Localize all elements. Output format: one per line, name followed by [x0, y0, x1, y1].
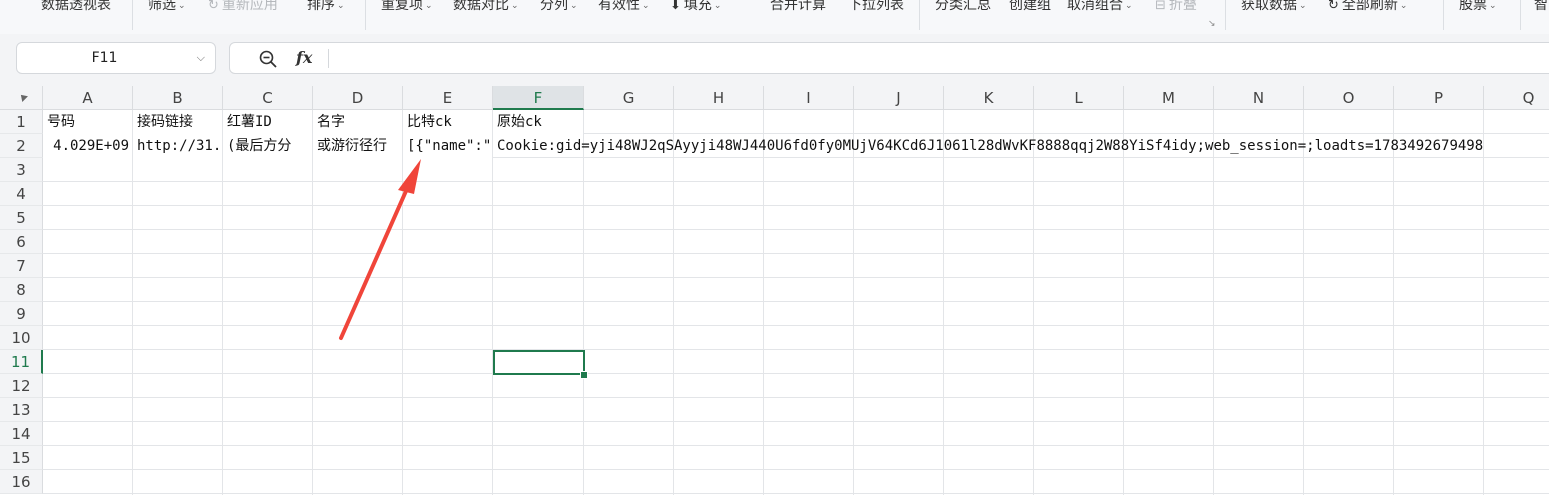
dropdown-list-button[interactable]: 下拉列表 [848, 0, 904, 15]
reapply-icon: ↻ [208, 0, 219, 13]
name-box[interactable]: F11 ⌵ [16, 42, 216, 74]
ribbon-toolbar: 数据透视表 筛选 ⌄ ↻ 重新应用 排序 ⌄ 重复项 ⌄ 数据对比 ⌄ 分列 ⌄ 有效性 ⌄ … [0, 0, 1549, 35]
arrow-shaft [339, 180, 412, 340]
refresh-icon: ↻ [1328, 0, 1339, 13]
ungroup-button[interactable]: 取消组合 ⌄ [1067, 0, 1133, 15]
fill-button[interactable]: ⬇ 填充 ⌄ [670, 0, 721, 15]
ribbon-divider [365, 0, 366, 30]
pivot-table-button[interactable]: 数据透视表 [41, 0, 111, 15]
ribbon-divider [132, 0, 133, 30]
refresh-all-label: 全部刷新 [1341, 0, 1398, 13]
spreadsheet-grid[interactable]: ABCDEFGHIJKLMNOPQ 1 2 3 4 5 6 7 8 9 10 11 12 13 14 15 1… [0, 86, 1549, 495]
fill-down-icon: ⬇ [670, 0, 681, 13]
smart-label: 智 [1534, 0, 1548, 13]
arrow-head [398, 159, 421, 194]
ungroup-label: 取消组合 [1067, 0, 1123, 13]
chevron-down-icon: ⌄ [570, 1, 578, 11]
ribbon-divider [1225, 0, 1226, 30]
compare-button[interactable]: 数据对比 ⌄ [453, 0, 519, 15]
chevron-down-icon: ⌄ [713, 1, 722, 11]
annotation-arrow [339, 159, 421, 340]
chevron-down-icon: ⌄ [1489, 1, 1497, 11]
filter-label: 筛选 [148, 0, 176, 13]
sort-button[interactable]: 排序 ⌄ [307, 0, 345, 15]
chevron-down-icon: ⌄ [1299, 1, 1307, 11]
consolidate-button[interactable]: 合并计算 [770, 0, 826, 15]
dialog-launcher-icon[interactable]: ↘ [1208, 19, 1216, 29]
dropdown-list-label: 下拉列表 [848, 0, 904, 13]
get-data-button[interactable]: 获取数据 ⌄ [1241, 0, 1307, 15]
chevron-down-icon: ⌄ [511, 1, 519, 11]
refresh-all-button[interactable]: ↻ 全部刷新 ⌄ [1328, 0, 1407, 15]
fill-label: 填充 [683, 0, 712, 13]
filter-button[interactable]: 筛选 ⌄ [148, 0, 186, 15]
duplicates-button[interactable]: 重复项 ⌄ [381, 0, 433, 15]
stocks-label: 股票 [1459, 0, 1487, 13]
chevron-down-icon: ⌄ [1125, 1, 1133, 11]
fold-icon: ⊟ [1155, 0, 1166, 13]
consolidate-label: 合并计算 [770, 0, 826, 13]
group-button[interactable]: 创建组 [1009, 0, 1051, 15]
subtotal-button[interactable]: 分类汇总 [935, 0, 991, 15]
pivot-table-label: 数据透视表 [41, 0, 111, 13]
get-data-label: 获取数据 [1241, 0, 1297, 13]
chevron-down-icon: ⌄ [1399, 1, 1408, 11]
formula-divider [328, 49, 329, 68]
chevron-down-icon: ⌄ [337, 1, 345, 11]
validity-label: 有效性 [598, 0, 640, 13]
zoom-icon[interactable] [258, 49, 278, 69]
formula-bar: F11 ⌵ fx [0, 34, 1549, 86]
chevron-down-icon: ⌄ [642, 1, 650, 11]
function-icon[interactable]: fx [296, 43, 312, 73]
fold-label: 折叠 [1168, 0, 1197, 13]
chevron-down-icon[interactable]: ⌵ [197, 43, 205, 73]
formula-input[interactable]: fx [229, 42, 1549, 74]
ribbon-divider [1443, 0, 1444, 30]
compare-label: 数据对比 [453, 0, 509, 13]
duplicates-label: 重复项 [381, 0, 423, 13]
sort-label: 排序 [307, 0, 335, 13]
group-label: 创建组 [1009, 0, 1051, 13]
chevron-down-icon: ⌄ [178, 1, 186, 11]
stocks-button[interactable]: 股票 ⌄ [1459, 0, 1497, 15]
validity-button[interactable]: 有效性 ⌄ [598, 0, 650, 15]
smart-button[interactable]: 智 [1534, 0, 1548, 15]
fold-button[interactable]: ⊟ 折叠 [1155, 0, 1197, 15]
subtotal-label: 分类汇总 [935, 0, 991, 13]
ribbon-divider [1520, 0, 1521, 30]
reapply-button[interactable]: ↻ 重新应用 [208, 0, 278, 15]
cell-reference: F11 [91, 50, 118, 66]
split-column-label: 分列 [540, 0, 568, 13]
split-column-button[interactable]: 分列 ⌄ [540, 0, 578, 15]
ribbon-divider [919, 0, 920, 30]
reapply-label: 重新应用 [221, 0, 278, 13]
chevron-down-icon: ⌄ [425, 1, 433, 11]
